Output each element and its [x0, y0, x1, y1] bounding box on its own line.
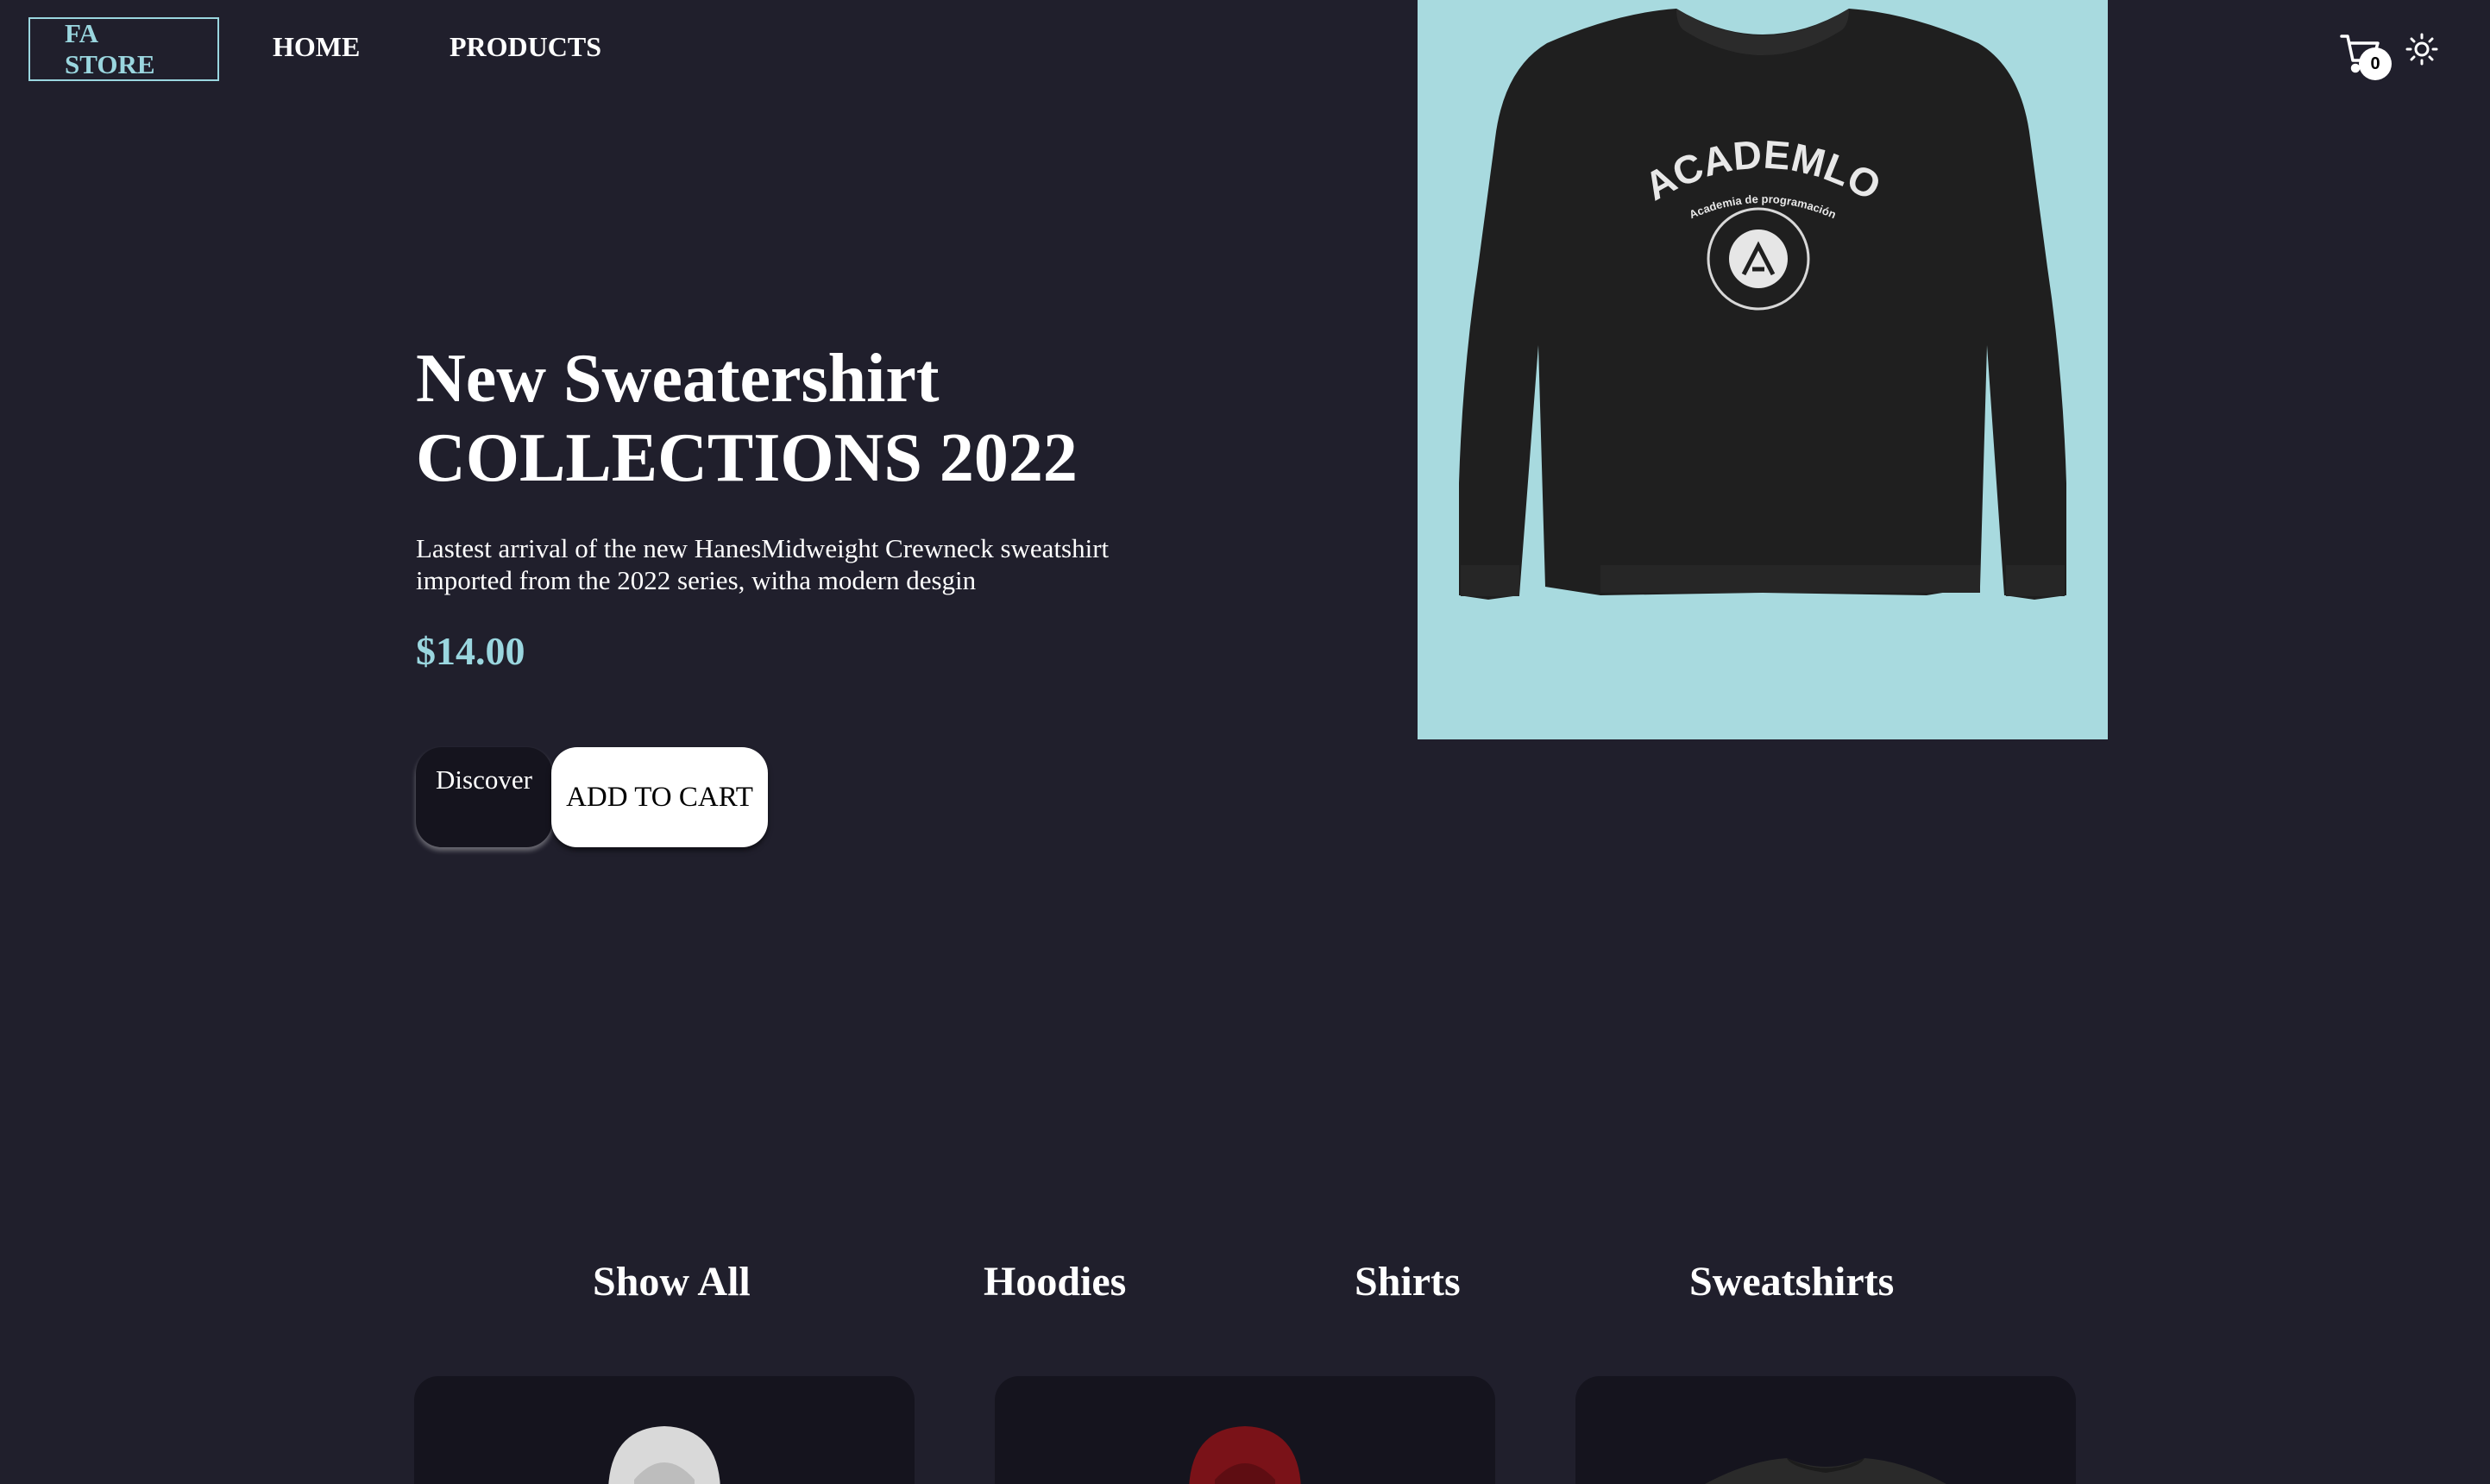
hero-title-line-2: COLLECTIONS 2022: [416, 420, 1078, 496]
discover-button[interactable]: Discover: [416, 747, 552, 847]
nav-home-link[interactable]: HOME: [273, 31, 360, 63]
cart-count-badge: 0: [2359, 47, 2392, 80]
hero-title: New Sweatershirt COLLECTIONS 2022: [416, 339, 1192, 498]
hero-title-line-1: New Sweatershirt: [416, 341, 940, 417]
hero-description-line-2: imported from the 2022 series, witha mod…: [416, 565, 977, 595]
tab-hoodies[interactable]: Hoodies: [984, 1258, 1126, 1305]
add-to-cart-button[interactable]: ADD TO CART: [551, 747, 768, 847]
hoodie-image: [608, 1426, 720, 1484]
tab-shirts[interactable]: Shirts: [1355, 1258, 1461, 1305]
sweatshirt-illustration: ACADEMLO Academia de programación: [1459, 9, 2066, 600]
hero-product-image: ACADEMLO Academia de programación: [1418, 0, 2108, 739]
nav-products-link[interactable]: PRODUCTS: [450, 31, 601, 63]
store-logo[interactable]: FA STORE: [28, 17, 219, 81]
logo-line-2: STORE: [65, 49, 155, 79]
logo-line-1: FA: [65, 18, 99, 48]
product-card[interactable]: [414, 1376, 915, 1484]
page: FA STORE HOME PRODUCTS 0 New Sweatershir…: [0, 0, 2490, 1484]
tab-show-all[interactable]: Show All: [593, 1258, 751, 1305]
hoodie-image: [1189, 1426, 1301, 1484]
shirt-image: [1705, 1458, 1946, 1484]
hero-price: $14.00: [416, 629, 525, 673]
sun-icon[interactable]: [2405, 33, 2438, 66]
hero-description: Lastest arrival of the new HanesMidweigh…: [416, 532, 1175, 596]
product-card[interactable]: [1575, 1376, 2076, 1484]
tab-sweatshirts[interactable]: Sweatshirts: [1689, 1258, 1894, 1305]
product-card[interactable]: [995, 1376, 1495, 1484]
hero-description-line-1: Lastest arrival of the new HanesMidweigh…: [416, 533, 1110, 563]
